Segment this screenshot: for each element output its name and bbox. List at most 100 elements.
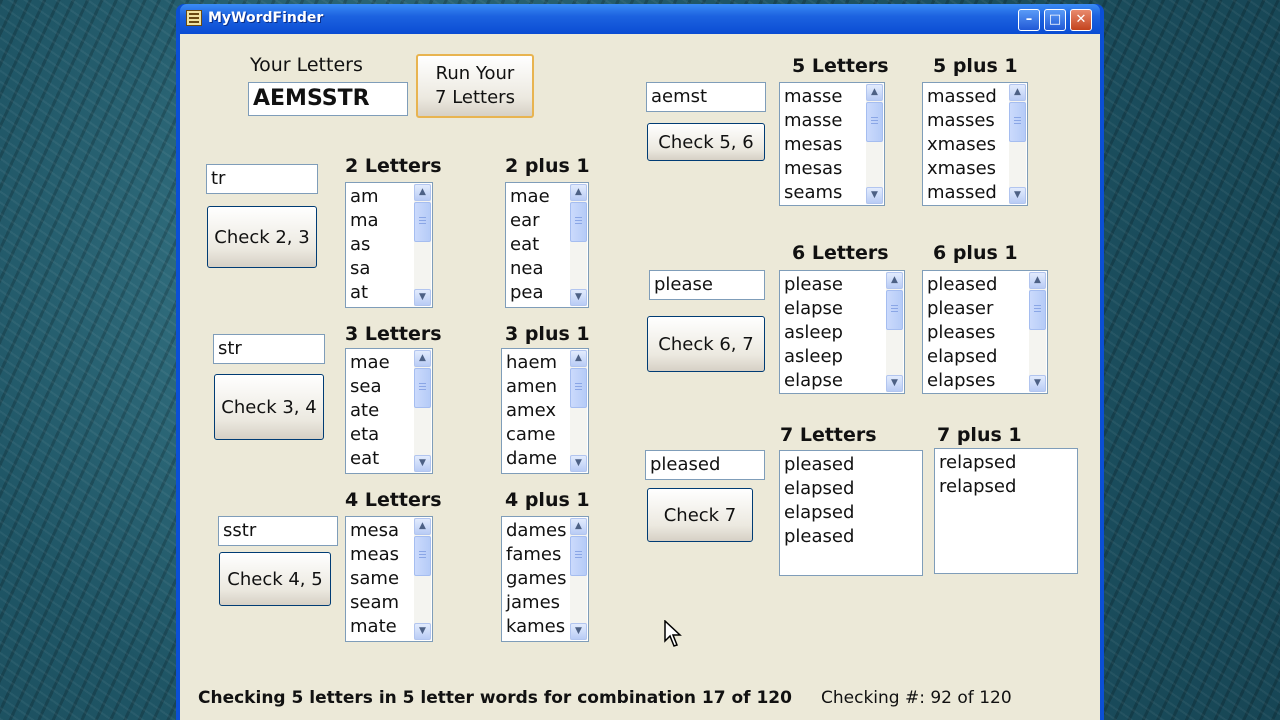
- list-item[interactable]: massed: [927, 181, 1007, 205]
- list-item[interactable]: pea: [510, 281, 568, 305]
- scroll-up-arrow-icon[interactable]: ▲: [414, 184, 431, 201]
- list-item[interactable]: asleep: [784, 345, 884, 369]
- list-item[interactable]: xmases: [927, 133, 1007, 157]
- close-button[interactable]: ✕: [1070, 9, 1092, 31]
- list-item[interactable]: mesas: [784, 157, 864, 181]
- list-item[interactable]: mate: [350, 615, 412, 639]
- list-item[interactable]: elapse: [784, 297, 884, 321]
- vertical-scrollbar[interactable]: ▲ ▼: [1029, 272, 1046, 392]
- check-4-5-button[interactable]: Check 4, 5: [219, 552, 331, 606]
- list-2-letters[interactable]: am ma as sa at ▲ ▼: [345, 182, 433, 308]
- list-item[interactable]: eat: [510, 233, 568, 257]
- vertical-scrollbar[interactable]: ▲ ▼: [886, 272, 903, 392]
- scrollbar-thumb[interactable]: [414, 536, 431, 576]
- list-item[interactable]: sa: [350, 257, 412, 281]
- list-3-plus-1[interactable]: haem amen amex came dame ▲ ▼: [501, 348, 589, 474]
- scroll-up-arrow-icon[interactable]: ▲: [886, 272, 903, 289]
- list-item[interactable]: mesas: [784, 133, 864, 157]
- scrollbar-thumb[interactable]: [414, 368, 431, 408]
- list-item[interactable]: kames: [506, 615, 568, 639]
- scroll-up-arrow-icon[interactable]: ▲: [570, 518, 587, 535]
- vertical-scrollbar[interactable]: ▲ ▼: [570, 350, 587, 472]
- list-6-letters[interactable]: please elapse asleep asleep elapse ▲ ▼: [779, 270, 905, 394]
- list-3-letters[interactable]: mae sea ate eta eat ▲ ▼: [345, 348, 433, 474]
- pattern-input-5-6[interactable]: aemst: [646, 82, 766, 112]
- list-2-plus-1[interactable]: mae ear eat nea pea ▲ ▼: [505, 182, 589, 308]
- list-6-plus-1[interactable]: pleased pleaser pleases elapsed elapses ▲ ▼: [922, 270, 1048, 394]
- scrollbar-thumb[interactable]: [570, 536, 587, 576]
- list-item[interactable]: fames: [506, 543, 568, 567]
- maximize-button[interactable]: □: [1044, 9, 1066, 31]
- list-item[interactable]: dame: [506, 447, 568, 471]
- scroll-down-arrow-icon[interactable]: ▼: [414, 455, 431, 472]
- list-item[interactable]: masse: [784, 109, 864, 133]
- list-4-letters[interactable]: mesa meas same seam mate ▲ ▼: [345, 516, 433, 642]
- scroll-down-arrow-icon[interactable]: ▼: [886, 375, 903, 392]
- scroll-up-arrow-icon[interactable]: ▲: [570, 184, 587, 201]
- list-item[interactable]: seams: [784, 181, 864, 205]
- list-item[interactable]: masse: [784, 85, 864, 109]
- list-item[interactable]: relapsed: [939, 451, 1057, 475]
- scroll-down-arrow-icon[interactable]: ▼: [414, 623, 431, 640]
- scroll-up-arrow-icon[interactable]: ▲: [1029, 272, 1046, 289]
- pattern-input-4-5[interactable]: sstr: [218, 516, 338, 546]
- list-item[interactable]: relapsed: [939, 475, 1057, 499]
- list-item[interactable]: haem: [506, 351, 568, 375]
- list-item[interactable]: at: [350, 281, 412, 305]
- list-item[interactable]: pleases: [927, 321, 1027, 345]
- check-2-3-button[interactable]: Check 2, 3: [207, 206, 317, 268]
- vertical-scrollbar[interactable]: ▲ ▼: [414, 518, 431, 640]
- list-item[interactable]: elapses: [927, 369, 1027, 393]
- scrollbar-thumb[interactable]: [570, 368, 587, 408]
- scroll-down-arrow-icon[interactable]: ▼: [570, 455, 587, 472]
- list-5-plus-1[interactable]: massed masses xmases xmases massed ▲ ▼: [922, 82, 1028, 206]
- vertical-scrollbar[interactable]: ▲ ▼: [414, 350, 431, 472]
- list-item[interactable]: masses: [927, 109, 1007, 133]
- list-item[interactable]: mesa: [350, 519, 412, 543]
- list-item[interactable]: ear: [510, 209, 568, 233]
- title-bar[interactable]: MyWordFinder – □ ✕: [180, 4, 1100, 34]
- scroll-down-arrow-icon[interactable]: ▼: [570, 623, 587, 640]
- scroll-up-arrow-icon[interactable]: ▲: [1009, 84, 1026, 101]
- vertical-scrollbar[interactable]: ▲ ▼: [414, 184, 431, 306]
- list-item[interactable]: sea: [350, 375, 412, 399]
- list-item[interactable]: elapsed: [784, 501, 902, 525]
- check-5-6-button[interactable]: Check 5, 6: [647, 123, 765, 161]
- vertical-scrollbar[interactable]: ▲ ▼: [570, 518, 587, 640]
- scroll-down-arrow-icon[interactable]: ▼: [1029, 375, 1046, 392]
- list-item[interactable]: please: [784, 273, 884, 297]
- scroll-down-arrow-icon[interactable]: ▼: [1009, 187, 1026, 204]
- list-item[interactable]: mae: [510, 185, 568, 209]
- scroll-down-arrow-icon[interactable]: ▼: [866, 187, 883, 204]
- list-item[interactable]: pleased: [927, 273, 1027, 297]
- list-item[interactable]: amex: [506, 399, 568, 423]
- list-item[interactable]: pleased: [784, 453, 902, 477]
- check-3-4-button[interactable]: Check 3, 4: [214, 374, 324, 440]
- list-item[interactable]: elapsed: [784, 477, 902, 501]
- minimize-button[interactable]: –: [1018, 9, 1040, 31]
- scroll-up-arrow-icon[interactable]: ▲: [866, 84, 883, 101]
- scrollbar-thumb[interactable]: [570, 202, 587, 242]
- list-item[interactable]: elapse: [784, 369, 884, 393]
- list-item[interactable]: ate: [350, 399, 412, 423]
- list-item[interactable]: asleep: [784, 321, 884, 345]
- list-item[interactable]: games: [506, 567, 568, 591]
- list-item[interactable]: elapsed: [927, 345, 1027, 369]
- list-item[interactable]: dames: [506, 519, 568, 543]
- pattern-input-3-4[interactable]: str: [213, 334, 325, 364]
- run-your-7-letters-button[interactable]: Run Your 7 Letters: [416, 54, 534, 118]
- list-item[interactable]: same: [350, 567, 412, 591]
- pattern-input-7[interactable]: pleased: [645, 450, 765, 480]
- list-item[interactable]: meas: [350, 543, 412, 567]
- scrollbar-thumb[interactable]: [1029, 290, 1046, 330]
- pattern-input-2-3[interactable]: tr: [206, 164, 318, 194]
- list-4-plus-1[interactable]: dames fames games james kames ▲ ▼: [501, 516, 589, 642]
- your-letters-input[interactable]: AEMSSTR: [248, 82, 408, 116]
- list-item[interactable]: massed: [927, 85, 1007, 109]
- list-item[interactable]: nea: [510, 257, 568, 281]
- list-item[interactable]: as: [350, 233, 412, 257]
- scrollbar-thumb[interactable]: [414, 202, 431, 242]
- list-item[interactable]: ma: [350, 209, 412, 233]
- list-item[interactable]: mae: [350, 351, 412, 375]
- list-item[interactable]: eta: [350, 423, 412, 447]
